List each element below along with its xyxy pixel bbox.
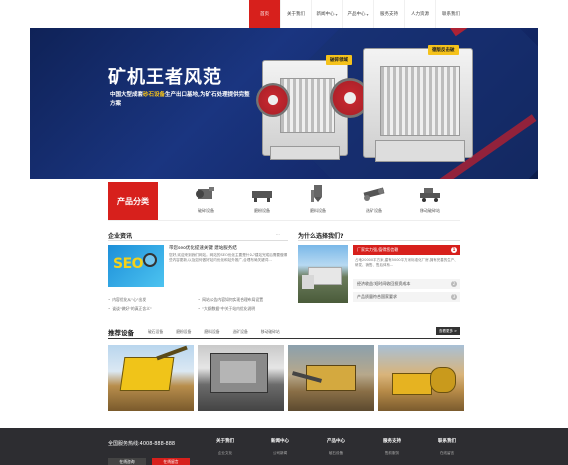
nav-item-news[interactable]: 新闻中心 ▾	[311, 0, 342, 28]
why-item[interactable]: 产品质量符合国家要求 3	[353, 292, 460, 302]
number-badge: 2	[451, 281, 457, 287]
nav-item-home[interactable]: 首页	[249, 0, 280, 28]
nav-item-hr[interactable]: 人力资源	[404, 0, 435, 28]
machine-wheel	[430, 367, 456, 393]
product-image-mobile-crusher[interactable]	[288, 345, 374, 411]
nav-item-about[interactable]: 关于我们	[280, 0, 311, 28]
tab-abrasive[interactable]: 磨料设备	[204, 329, 219, 335]
recommended-section-title: 推荐设备	[108, 329, 134, 337]
recommended-tabs: 破石设备 磨粉设备 磨料设备 选矿设备 移动破碎站	[148, 329, 293, 335]
why-item-description: 占地20000平方米,建有5000平方米标准化厂房,拥有完善的生产、研发、销售、…	[355, 258, 458, 267]
footer-column-contact: 联系我们 在线留言	[427, 438, 467, 456]
tab-mobile[interactable]: 移动破碎站	[261, 329, 280, 335]
list-item: 谈谈"做好"的真正含义" "大纲数据"中关于站内优化说明	[108, 304, 288, 313]
category-item-crusher[interactable]: 破碎设备	[178, 184, 234, 218]
news-more-link[interactable]: ···	[276, 232, 280, 237]
mill-icon	[250, 184, 274, 204]
online-message-button[interactable]: 在线留言	[152, 458, 190, 465]
impact-crusher-grille	[380, 66, 460, 136]
category-item-abrasive[interactable]: 磨料设备	[290, 184, 346, 218]
service-hotline: 全国服务热线:4008-888-888	[108, 441, 176, 447]
tab-beneficiation[interactable]: 选矿设备	[233, 329, 248, 335]
crusher-icon	[194, 184, 218, 204]
chevron-down-icon: ▾	[366, 11, 369, 17]
why-item[interactable]: 经济收益:短时间收回投资成本 2	[353, 279, 460, 289]
nav-item-contact[interactable]: 联系我们	[435, 0, 466, 28]
divider	[108, 338, 460, 339]
banner-subtitle: 中国大型成套砂石设备生产出口基地,为矿石处理提供完整方案	[110, 92, 250, 107]
crusher-base	[270, 146, 340, 160]
banner-tag-jaw: 破碎领域	[326, 55, 352, 65]
online-consult-button[interactable]: 在线咨询	[108, 458, 146, 465]
category-item-mobile[interactable]: 移动破碎站	[402, 184, 458, 218]
category-item-mill[interactable]: 磨粉设备	[234, 184, 290, 218]
news-link[interactable]: 谈谈"做好"的真正含义"	[108, 306, 198, 312]
view-more-button[interactable]: 查看更多 >	[436, 327, 460, 335]
magnifier-icon	[143, 253, 157, 267]
news-featured-image[interactable]: SEO	[108, 245, 164, 287]
tab-crushing[interactable]: 破石设备	[148, 329, 163, 335]
product-image-excavator[interactable]	[108, 345, 194, 411]
news-link[interactable]: 内容优化从"心"出发	[108, 297, 198, 303]
footer-column-about: 关于我们 企业文化	[205, 438, 245, 456]
number-badge: 1	[451, 247, 457, 253]
news-link[interactable]: "大纲数据"中关于站内优化说明	[198, 306, 288, 312]
rotary-kiln-icon	[362, 184, 386, 204]
chevron-down-icon: ▾	[335, 11, 338, 17]
category-heading: 产品分类	[108, 182, 158, 220]
why-section-title: 为什么选择我们?	[298, 233, 344, 240]
product-image-loader[interactable]	[378, 345, 464, 411]
news-list: 内容优化从"心"出发 网站公告内容如何实现合理布局设置 谈谈"做好"的真正含义"…	[108, 295, 288, 313]
footer-link[interactable]: 企业文化	[205, 450, 245, 456]
why-item-active[interactable]: 厂家实力强,值得您信赖 1	[353, 245, 460, 255]
news-link[interactable]: 网站公告内容如何实现合理布局设置	[198, 297, 288, 303]
news-featured-title[interactable]: 带您seo优化提速关键 建站服务结	[169, 245, 237, 251]
product-category-bar: 产品分类 破碎设备 磨粉设备 磨料设备 选矿设备 移动破碎站	[108, 182, 460, 221]
footer-column-news: 新闻中心 公司新闻	[260, 438, 300, 456]
news-featured-summary: 您好,欢迎来到我们网站。网站的SEO优化主要是什么?建站完成后需要做哪些内容更新…	[169, 253, 288, 263]
mobile-station-icon	[418, 184, 442, 204]
product-image-mining-shovel[interactable]	[198, 345, 284, 411]
top-nav: 首页 关于我们 新闻中心 ▾ 产品中心 ▾ 服务支持 人力资源 联系我们	[0, 0, 568, 28]
footer-link[interactable]: 公司新闻	[260, 450, 300, 456]
machine-cab	[220, 361, 256, 383]
divider	[108, 240, 288, 241]
machine-body	[392, 373, 432, 395]
flywheel-icon	[256, 83, 290, 117]
footer-link[interactable]: 售前服务	[372, 450, 412, 456]
footer-link[interactable]: 在线留言	[427, 450, 467, 456]
nav-item-service[interactable]: 服务支持	[373, 0, 404, 28]
crusher-base	[375, 140, 465, 162]
nav-menu: 首页 关于我们 新闻中心 ▾ 产品中心 ▾ 服务支持 人力资源 联系我们	[249, 0, 466, 28]
silo-icon	[306, 184, 330, 204]
divider	[108, 220, 460, 221]
footer: 全国服务热线:4008-888-888 在线咨询 在线留言 关于我们 企业文化 …	[0, 428, 568, 465]
banner-tag-impact: 德版反击破	[428, 45, 459, 55]
list-item: 内容优化从"心"出发 网站公告内容如何实现合理布局设置	[108, 295, 288, 304]
machine-body	[119, 357, 175, 391]
tab-grinding[interactable]: 磨粉设备	[176, 329, 191, 335]
seo-graphic: SEO	[113, 256, 144, 272]
factory-building	[302, 275, 314, 289]
factory-image	[298, 245, 348, 303]
hero-banner[interactable]: 矿机王者风范 中国大型成套砂石设备生产出口基地,为矿石处理提供完整方案 破碎领域…	[30, 28, 538, 179]
footer-link[interactable]: 破石设备	[316, 450, 356, 456]
news-section-title: 企业资讯	[108, 233, 133, 240]
footer-column-products: 产品中心 破石设备	[316, 438, 356, 456]
banner-title: 矿机王者风范	[108, 67, 222, 88]
footer-column-service: 服务支持 售前服务	[372, 438, 412, 456]
nav-item-products[interactable]: 产品中心 ▾	[342, 0, 373, 28]
category-item-beneficiation[interactable]: 选矿设备	[346, 184, 402, 218]
divider	[298, 240, 460, 241]
number-badge: 3	[451, 294, 457, 300]
